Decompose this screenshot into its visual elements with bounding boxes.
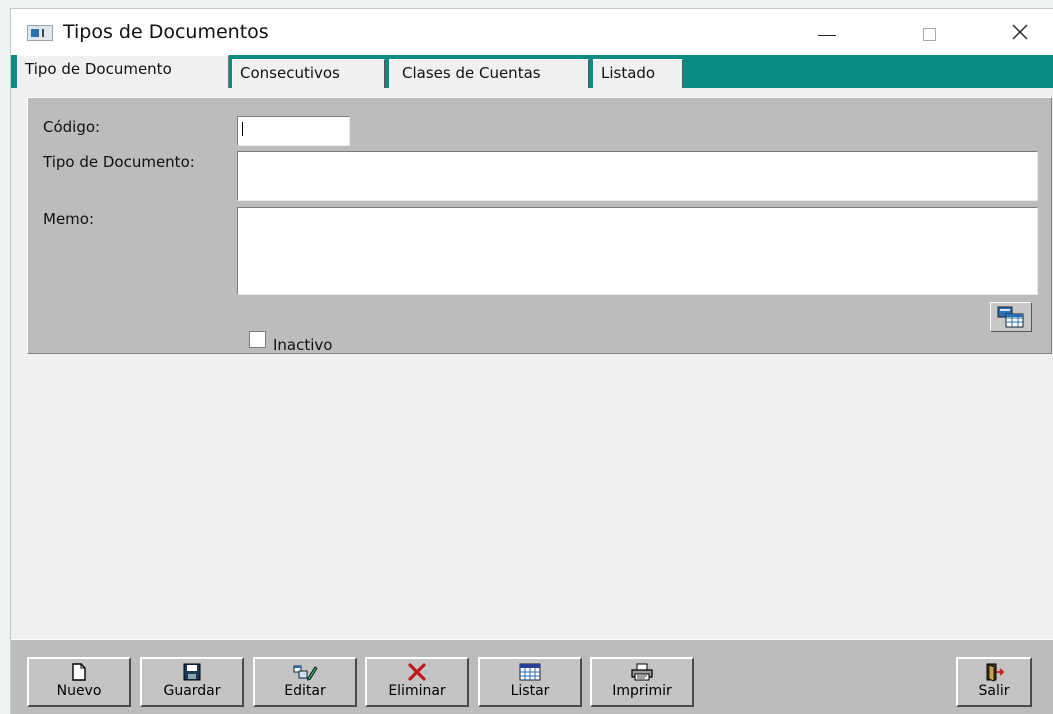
calendar-list-icon — [519, 663, 541, 681]
table-grid-icon — [997, 306, 1024, 328]
tab-listado[interactable]: Listado — [593, 59, 683, 88]
eliminar-label: Eliminar — [388, 683, 446, 699]
nuevo-button[interactable]: Nuevo — [27, 657, 131, 707]
tab-tipo-de-documento[interactable]: Tipo de Documento — [17, 55, 229, 88]
codigo-input[interactable] — [237, 116, 350, 146]
eliminar-button[interactable]: Eliminar — [365, 657, 469, 707]
edit-pencil-icon — [293, 665, 318, 681]
listar-label: Listar — [510, 683, 550, 699]
window-title: Tipos de Documentos — [63, 21, 269, 43]
exit-door-icon — [986, 663, 1005, 682]
memo-textarea[interactable] — [237, 207, 1038, 295]
app-window: Tipos de Documentos Tipo de Documento Co… — [10, 8, 1053, 714]
inactivo-checkbox[interactable] — [249, 331, 266, 348]
floppy-disk-icon — [183, 663, 201, 681]
tipo-de-documento-label: Tipo de Documento: — [43, 153, 195, 171]
imprimir-button[interactable]: Imprimir — [590, 657, 694, 707]
close-button[interactable] — [996, 9, 1044, 55]
grid-view-button[interactable] — [990, 302, 1032, 332]
text-caret — [242, 122, 243, 136]
guardar-label: Guardar — [163, 683, 221, 699]
editar-button[interactable]: Editar — [253, 657, 357, 707]
printer-icon — [631, 663, 653, 681]
minimize-button[interactable] — [801, 9, 849, 55]
app-window-icon — [27, 25, 53, 41]
tipo-de-documento-input[interactable] — [237, 151, 1038, 201]
guardar-button[interactable]: Guardar — [140, 657, 244, 707]
editar-label: Editar — [284, 683, 326, 699]
close-icon — [1012, 24, 1028, 40]
codigo-label: Código: — [43, 118, 101, 136]
salir-label: Salir — [978, 683, 1010, 699]
imprimir-label: Imprimir — [612, 683, 672, 699]
red-x-delete-icon — [408, 663, 426, 681]
listar-button[interactable]: Listar — [478, 657, 582, 707]
bottom-toolbar: Nuevo Guardar Editar Eliminar Listar Imp… — [11, 639, 1053, 714]
memo-label: Memo: — [43, 210, 95, 228]
title-bar: Tipos de Documentos — [11, 9, 1053, 55]
nuevo-label: Nuevo — [56, 683, 102, 699]
tab-consecutivos[interactable]: Consecutivos — [232, 59, 385, 88]
maximize-button[interactable] — [905, 9, 953, 55]
tab-strip: Tipo de Documento Consecutivos Clases de… — [11, 55, 1053, 88]
tab-clases-de-cuentas[interactable]: Clases de Cuentas — [389, 59, 589, 88]
inactivo-label: Inactivo — [273, 336, 333, 354]
form-panel: Código: Tipo de Documento: Memo: Inactiv… — [27, 97, 1052, 354]
salir-button[interactable]: Salir — [956, 657, 1032, 707]
new-document-icon — [72, 663, 86, 681]
